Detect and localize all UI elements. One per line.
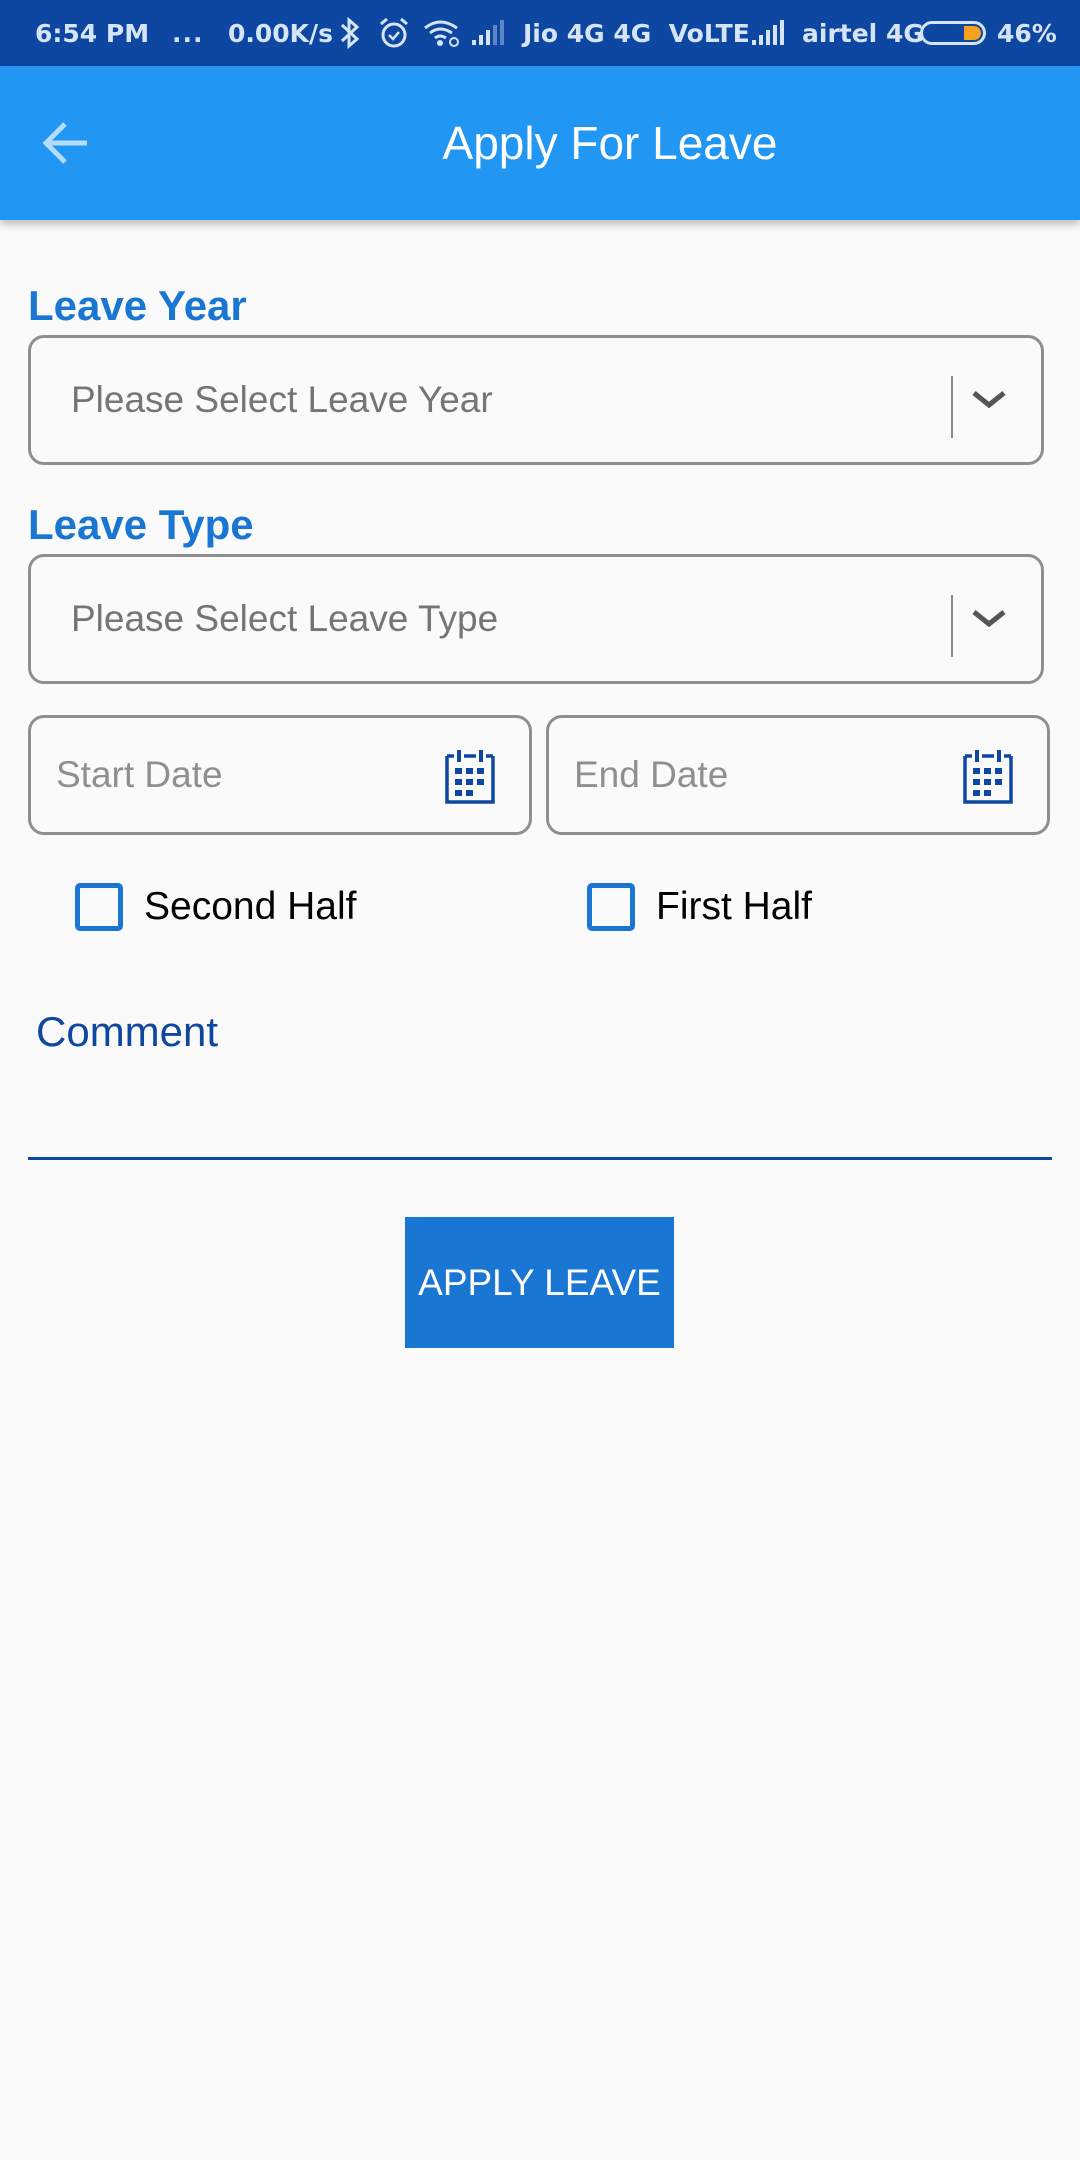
app-bar: Apply For Leave bbox=[0, 66, 1080, 220]
leave-type-placeholder: Please Select Leave Type bbox=[71, 598, 499, 639]
battery-fill bbox=[964, 26, 981, 40]
first-half-option[interactable]: First Half bbox=[587, 883, 812, 931]
signal-icon-sim1 bbox=[470, 0, 506, 66]
start-date-placeholder: Start Date bbox=[56, 754, 223, 795]
leave-type-label: Leave Type bbox=[28, 501, 254, 548]
leave-year-label: Leave Year bbox=[28, 282, 247, 329]
end-date-placeholder: End Date bbox=[574, 754, 729, 795]
network-speed: 0.00K/s bbox=[228, 18, 334, 48]
wifi-icon bbox=[422, 0, 462, 66]
status-time: 6:54 PM bbox=[35, 18, 150, 48]
dropdown-divider bbox=[951, 376, 953, 438]
chevron-down-icon bbox=[972, 391, 1006, 409]
signal-icon-sim2 bbox=[750, 0, 786, 66]
battery-icon bbox=[920, 0, 986, 66]
leave-year-placeholder: Please Select Leave Year bbox=[71, 379, 493, 420]
first-half-label: First Half bbox=[656, 885, 812, 928]
leave-type-dropdown[interactable]: Please Select Leave Type bbox=[28, 554, 1044, 684]
battery-percent: 46% bbox=[997, 18, 1057, 48]
first-half-checkbox[interactable] bbox=[587, 883, 635, 931]
status-bar: 6:54 PM ... 0.00K/s Jio 4G 4G VoLTE airt… bbox=[0, 0, 1080, 66]
second-half-label: Second Half bbox=[144, 885, 357, 928]
start-date-field[interactable]: Start Date bbox=[28, 715, 532, 835]
comment-input[interactable] bbox=[28, 1040, 1052, 1160]
leave-year-dropdown[interactable]: Please Select Leave Year bbox=[28, 335, 1044, 465]
apply-leave-button[interactable]: APPLY LEAVE bbox=[405, 1217, 674, 1348]
page-title: Apply For Leave bbox=[442, 117, 778, 169]
end-date-field[interactable]: End Date bbox=[546, 715, 1050, 835]
notification-dots: ... bbox=[172, 18, 204, 48]
carrier-sim2: airtel 4G bbox=[802, 18, 924, 48]
calendar-icon bbox=[963, 750, 1013, 804]
bluetooth-icon bbox=[338, 0, 362, 66]
calendar-icon bbox=[445, 750, 495, 804]
chevron-down-icon bbox=[972, 610, 1006, 628]
dropdown-divider bbox=[951, 595, 953, 657]
second-half-option[interactable]: Second Half bbox=[75, 883, 356, 931]
second-half-checkbox[interactable] bbox=[75, 883, 123, 931]
alarm-icon bbox=[378, 0, 410, 66]
carrier-sim1: Jio 4G 4G VoLTE bbox=[523, 18, 750, 48]
